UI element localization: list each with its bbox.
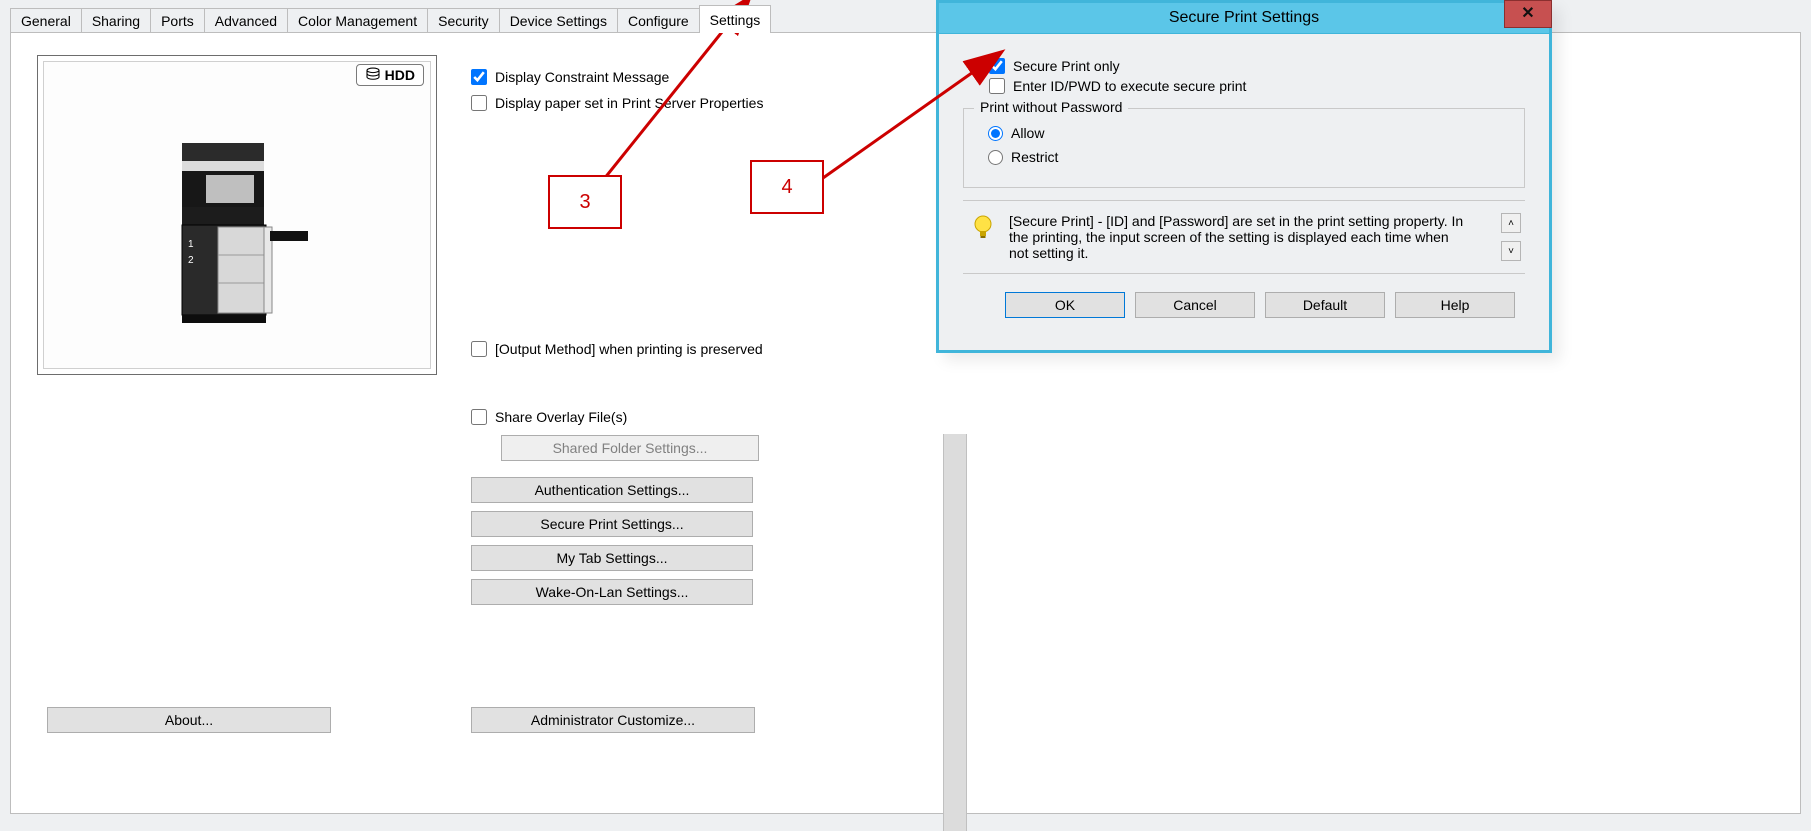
authentication-settings-button[interactable]: Authentication Settings... bbox=[471, 477, 753, 503]
checkbox-secure-print-only[interactable]: Secure Print only bbox=[989, 58, 1525, 74]
dialog-close-button[interactable]: ✕ bbox=[1504, 0, 1552, 28]
hint-scrollbar[interactable]: ˄ ˅ bbox=[1501, 213, 1519, 261]
printer-illustration: 1 2 bbox=[152, 135, 322, 345]
checkbox-output-method[interactable]: [Output Method] when printing is preserv… bbox=[471, 341, 911, 357]
checkbox-secure-print-only-input[interactable] bbox=[989, 58, 1005, 74]
checkbox-display-paper-server-label: Display paper set in Print Server Proper… bbox=[495, 95, 763, 111]
checkbox-secure-print-only-label: Secure Print only bbox=[1013, 58, 1120, 74]
my-tab-settings-button[interactable]: My Tab Settings... bbox=[471, 545, 753, 571]
chevron-down-icon: ˅ bbox=[1508, 246, 1514, 257]
close-icon: ✕ bbox=[1521, 0, 1534, 29]
hint-panel: [Secure Print] - [ID] and [Password] are… bbox=[963, 200, 1525, 274]
radio-restrict-input[interactable] bbox=[988, 150, 1003, 165]
svg-text:1: 1 bbox=[188, 239, 194, 250]
tab-device-settings[interactable]: Device Settings bbox=[499, 8, 618, 33]
ok-button[interactable]: OK bbox=[1005, 292, 1125, 318]
tab-settings[interactable]: Settings bbox=[699, 5, 772, 32]
radio-restrict[interactable]: Restrict bbox=[988, 149, 1500, 165]
dialog-title-text: Secure Print Settings bbox=[1169, 9, 1319, 26]
radio-allow-input[interactable] bbox=[988, 126, 1003, 141]
chevron-up-icon: ˄ bbox=[1508, 218, 1514, 229]
secure-print-settings-button[interactable]: Secure Print Settings... bbox=[471, 511, 753, 537]
secure-print-settings-dialog: Secure Print Settings ✕ Secure Print onl… bbox=[936, 0, 1552, 353]
group-print-without-password: Print without Password Allow Restrict bbox=[963, 108, 1525, 188]
checkbox-display-paper-server-input[interactable] bbox=[471, 95, 487, 111]
tab-configure[interactable]: Configure bbox=[617, 8, 700, 33]
tab-color-management[interactable]: Color Management bbox=[287, 8, 428, 33]
tab-ports[interactable]: Ports bbox=[150, 8, 205, 33]
radio-allow[interactable]: Allow bbox=[988, 125, 1500, 141]
group-print-without-password-title: Print without Password bbox=[974, 99, 1128, 115]
shared-folder-settings-button: Shared Folder Settings... bbox=[501, 435, 759, 461]
cancel-button[interactable]: Cancel bbox=[1135, 292, 1255, 318]
about-button[interactable]: About... bbox=[47, 707, 331, 733]
scroll-down-button[interactable]: ˅ bbox=[1501, 241, 1521, 261]
checkbox-enter-idpwd-input[interactable] bbox=[989, 78, 1005, 94]
checkbox-output-method-label: [Output Method] when printing is preserv… bbox=[495, 341, 763, 357]
tab-advanced[interactable]: Advanced bbox=[204, 8, 288, 33]
hdd-badge-label: HDD bbox=[385, 67, 415, 83]
tab-sharing[interactable]: Sharing bbox=[81, 8, 151, 33]
dialog-title-bar[interactable]: Secure Print Settings ✕ bbox=[939, 3, 1549, 34]
checkbox-display-paper-server[interactable]: Display paper set in Print Server Proper… bbox=[471, 95, 911, 111]
help-button[interactable]: Help bbox=[1395, 292, 1515, 318]
checkbox-display-constraint[interactable]: Display Constraint Message bbox=[471, 69, 911, 85]
checkbox-share-overlay-label: Share Overlay File(s) bbox=[495, 409, 627, 425]
hdd-badge: HDD bbox=[356, 64, 424, 86]
scroll-up-button[interactable]: ˄ bbox=[1501, 213, 1521, 233]
disk-stack-icon bbox=[365, 67, 381, 83]
checkbox-enter-idpwd[interactable]: Enter ID/PWD to execute secure print bbox=[989, 78, 1525, 94]
tab-general[interactable]: General bbox=[10, 8, 82, 33]
checkbox-display-constraint-label: Display Constraint Message bbox=[495, 69, 669, 85]
checkbox-share-overlay-input[interactable] bbox=[471, 409, 487, 425]
radio-restrict-label: Restrict bbox=[1011, 149, 1058, 165]
printer-preview-frame: HDD 1 2 bbox=[37, 55, 437, 375]
radio-allow-label: Allow bbox=[1011, 125, 1044, 141]
administrator-customize-button[interactable]: Administrator Customize... bbox=[471, 707, 755, 733]
wake-on-lan-settings-button[interactable]: Wake-On-Lan Settings... bbox=[471, 579, 753, 605]
checkbox-share-overlay[interactable]: Share Overlay File(s) bbox=[471, 409, 911, 425]
settings-options: Display Constraint Message Display paper… bbox=[471, 59, 911, 613]
default-button[interactable]: Default bbox=[1265, 292, 1385, 318]
svg-text:2: 2 bbox=[188, 255, 194, 266]
background-scrollbar[interactable] bbox=[943, 434, 967, 831]
checkbox-enter-idpwd-label: Enter ID/PWD to execute secure print bbox=[1013, 78, 1246, 94]
checkbox-display-constraint-input[interactable] bbox=[471, 69, 487, 85]
tab-security[interactable]: Security bbox=[427, 8, 500, 33]
hint-text: [Secure Print] - [ID] and [Password] are… bbox=[1009, 213, 1489, 261]
lightbulb-icon bbox=[969, 213, 997, 241]
checkbox-output-method-input[interactable] bbox=[471, 341, 487, 357]
